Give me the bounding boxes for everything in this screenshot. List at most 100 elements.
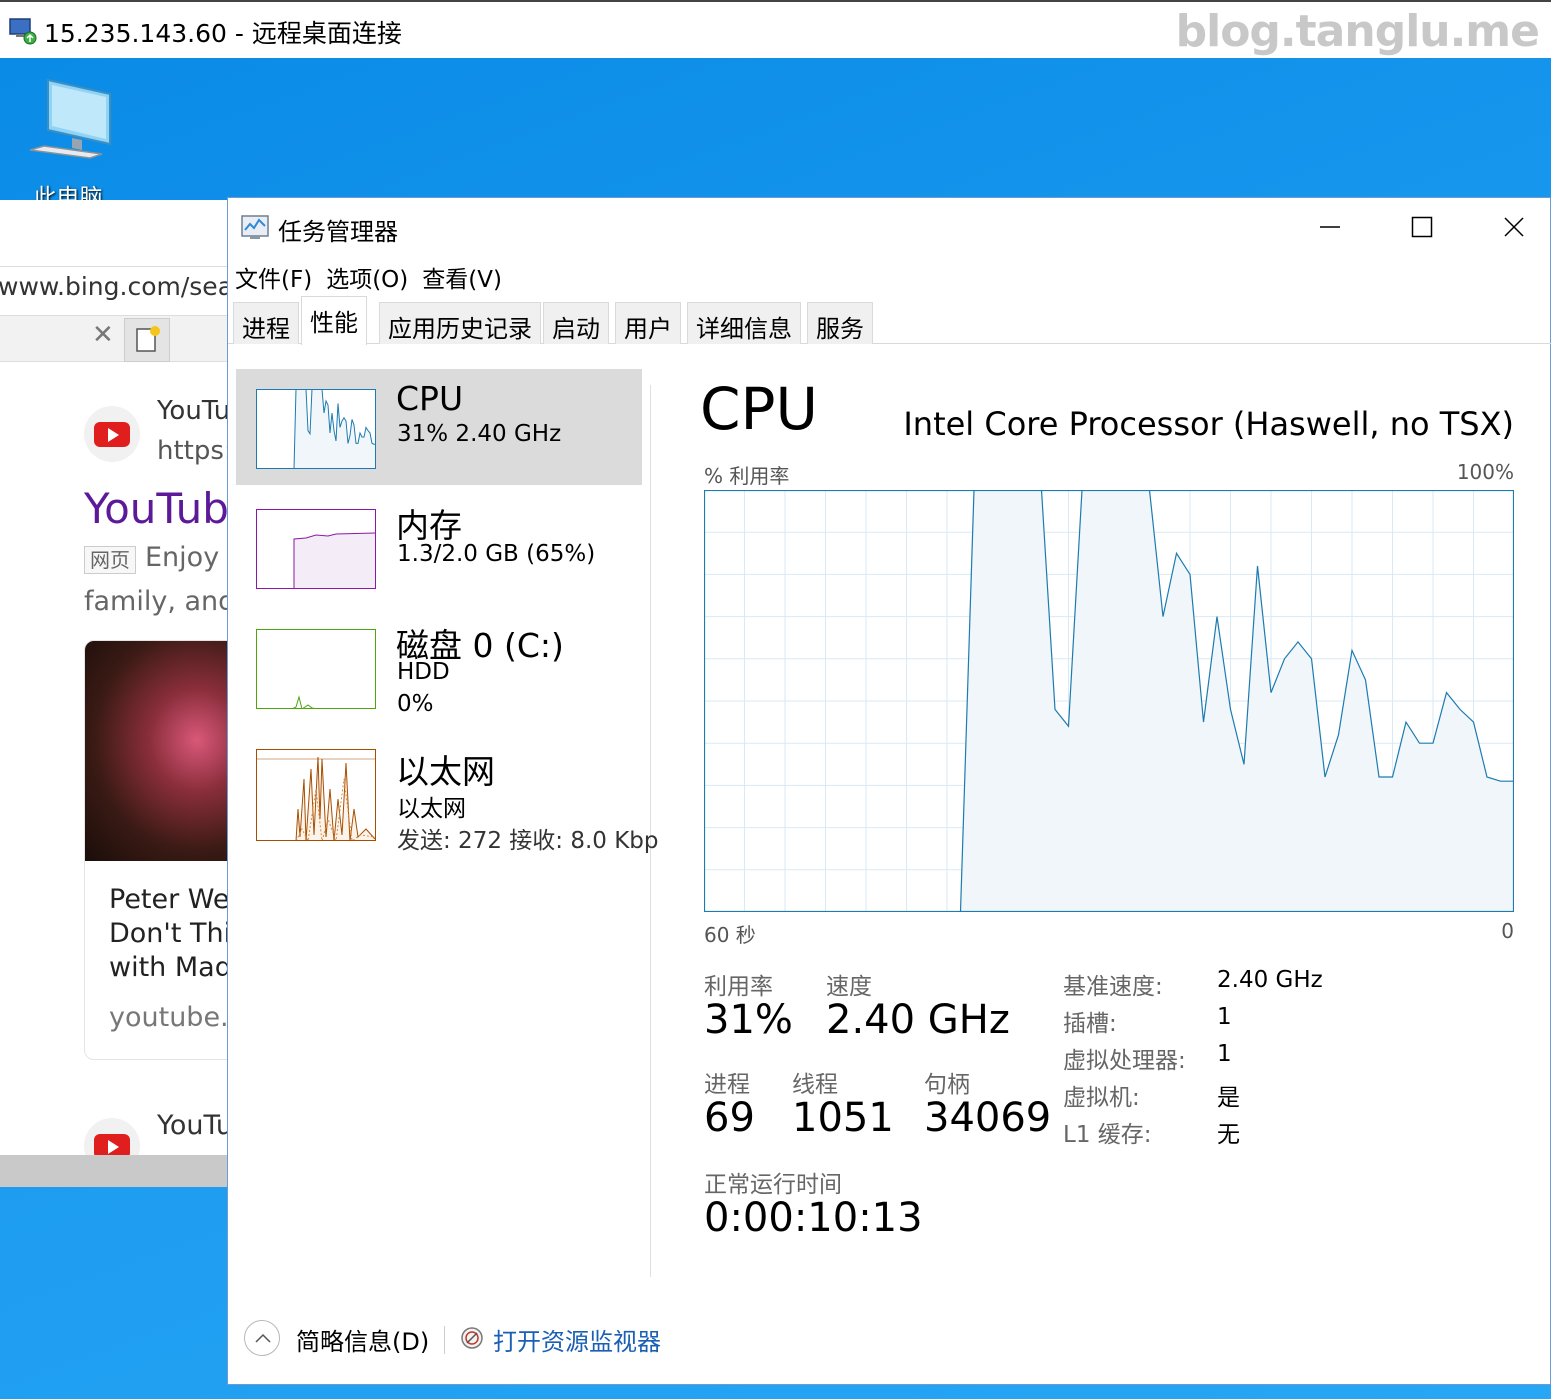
spec-l1-cache-label: L1 缓存: (1063, 1122, 1152, 1148)
cpu-thumbnail-graph (256, 389, 376, 469)
maximize-button[interactable] (1376, 198, 1468, 256)
memory-thumbnail-graph (256, 509, 376, 589)
uptime-value: 0:00:10:13 (704, 1195, 923, 1241)
graph-y-max: 100% (1456, 460, 1514, 484)
resource-item-ethernet[interactable]: 以太网 以太网 发送: 272 接收: 8.0 Kbp (236, 735, 659, 854)
video-thumbnail[interactable] (85, 641, 230, 861)
video-card[interactable] (84, 640, 230, 1060)
close-icon (1504, 217, 1524, 237)
spec-sockets-value: 1 (1217, 1004, 1232, 1030)
graph-y-label: % 利用率 (704, 464, 790, 488)
threads-label: 线程 (792, 1072, 838, 1098)
tab-users[interactable]: 用户 (615, 302, 681, 344)
threads-value: 1051 (792, 1095, 894, 1141)
panel-heading: CPU (700, 375, 818, 443)
menu-view[interactable]: 查看(V) (415, 254, 509, 294)
uptime-label: 正常运行时间 (704, 1172, 842, 1198)
graph-x-end: 0 (1501, 919, 1514, 943)
address-url[interactable]: www.bing.com/searc (0, 272, 230, 301)
minimize-icon (1320, 226, 1340, 228)
video-title[interactable]: Don't Thir (109, 918, 230, 949)
result-snippet: Enjoy t (145, 542, 230, 573)
browser-tab-strip (0, 316, 230, 362)
spec-l1-cache-value: 无 (1217, 1122, 1240, 1148)
spec-virtual-machine-label: 虚拟机: (1063, 1085, 1140, 1111)
window-title: 任务管理器 (278, 218, 398, 246)
watermark: blog.tanglu.me (1175, 6, 1540, 57)
close-tab-icon[interactable]: ✕ (92, 320, 114, 350)
resource-detail: 1.3/2.0 GB (65%) (397, 541, 596, 567)
resource-list: CPU 31% 2.40 GHz 内存 1.3/2.0 GB (65%) 磁盘 … (228, 345, 659, 1283)
graph-x-label: 60 秒 (704, 923, 756, 947)
horizontal-scrollbar[interactable] (0, 1155, 230, 1187)
resource-title: CPU (396, 379, 464, 418)
minimize-button[interactable] (1284, 198, 1376, 256)
tab-performance[interactable]: 性能 (301, 296, 367, 345)
handles-value: 34069 (924, 1095, 1052, 1141)
menu-bar: 文件(F) 选项(O) 查看(V) (228, 254, 509, 294)
browser-window-fragment: www.bing.com/searc ✕ YouTu https:/ YouTu… (0, 200, 230, 1187)
collapse-button[interactable] (244, 1320, 280, 1356)
resource-detail: 31% 2.40 GHz (397, 421, 562, 447)
video-title[interactable]: Peter We (109, 884, 230, 915)
tab-app-history[interactable]: 应用历史记录 (379, 302, 541, 344)
cpu-detail-panel: CPU Intel Core Processor (Haswell, no TS… (688, 345, 1538, 1283)
spec-base-speed-label: 基准速度: (1063, 974, 1163, 1000)
spec-sockets-label: 插槽: (1063, 1011, 1117, 1037)
footer-divider (444, 1326, 445, 1354)
maximize-icon (1411, 216, 1433, 238)
resource-detail: 发送: 272 接收: 8.0 Kbp (397, 828, 659, 854)
open-resource-monitor-link[interactable]: 打开资源监视器 (493, 1322, 661, 1357)
result-snippet: family, and (84, 586, 230, 617)
result-site-name: YouTu (157, 396, 230, 426)
fewer-details-link[interactable]: 简略信息(D) (296, 1322, 429, 1357)
spec-base-speed-value: 2.40 GHz (1217, 967, 1323, 993)
desktop-strip (227, 1385, 1551, 1399)
video-title[interactable]: with Madi (109, 952, 230, 983)
resource-item-disk[interactable]: 磁盘 0 (C:) HDD 0% (236, 609, 642, 725)
resource-title: 内存 (396, 506, 462, 545)
result-heading-link[interactable]: YouTub (84, 484, 229, 533)
speed-value: 2.40 GHz (826, 997, 1010, 1043)
utilization-value: 31% (704, 997, 793, 1043)
resource-detail: HDD (397, 659, 450, 685)
result-site-name: YouTu (157, 1110, 230, 1141)
new-tab-button[interactable] (124, 318, 170, 362)
tab-services[interactable]: 服务 (807, 302, 873, 344)
menu-options[interactable]: 选项(O) (319, 254, 415, 294)
resource-monitor-icon (461, 1327, 483, 1349)
close-button[interactable] (1468, 198, 1551, 256)
utilization-label: 利用率 (704, 974, 773, 1000)
youtube-logo-icon (84, 406, 140, 462)
chevron-up-icon (255, 1333, 271, 1343)
footer-bar: 简略信息(D) 打开资源监视器 (228, 1300, 1551, 1380)
this-pc-desktop-icon[interactable]: 此电脑 (18, 72, 118, 211)
menu-file[interactable]: 文件(F) (228, 254, 319, 294)
tab-details[interactable]: 详细信息 (687, 302, 801, 344)
speed-label: 速度 (826, 974, 872, 1000)
video-source: youtube.c (109, 1002, 230, 1033)
result-url[interactable]: https:/ (157, 436, 230, 466)
ethernet-thumbnail-graph (256, 749, 376, 841)
new-tab-icon (136, 326, 160, 352)
resource-item-memory[interactable]: 内存 1.3/2.0 GB (65%) (236, 489, 642, 605)
cpu-utilization-graph (704, 490, 1514, 912)
task-manager-window: 任务管理器 文件(F) 选项(O) 查看(V) 进程 性能 应用历史记录 启动 … (227, 197, 1551, 1385)
tab-processes[interactable]: 进程 (233, 302, 299, 344)
processes-value: 69 (704, 1095, 755, 1141)
resource-detail: 0% (397, 691, 434, 717)
computer-icon (29, 78, 111, 159)
resource-title: 以太网 (396, 752, 495, 791)
resource-item-cpu[interactable]: CPU 31% 2.40 GHz (236, 369, 642, 485)
remote-desktop-icon (9, 18, 37, 45)
result-type-badge: 网页 (84, 546, 136, 574)
tab-startup[interactable]: 启动 (543, 302, 609, 344)
processes-label: 进程 (704, 1072, 750, 1098)
cpu-model-name: Intel Core Processor (Haswell, no TSX) (903, 405, 1514, 443)
resource-detail: 以太网 (397, 796, 466, 822)
rdp-window-title: 15.235.143.60 - 远程桌面连接 (44, 19, 402, 48)
spec-virtual-processors-label: 虚拟处理器: (1063, 1048, 1186, 1074)
task-manager-icon (241, 215, 269, 239)
spec-virtual-processors-value: 1 (1217, 1041, 1232, 1067)
disk-thumbnail-graph (256, 629, 376, 709)
